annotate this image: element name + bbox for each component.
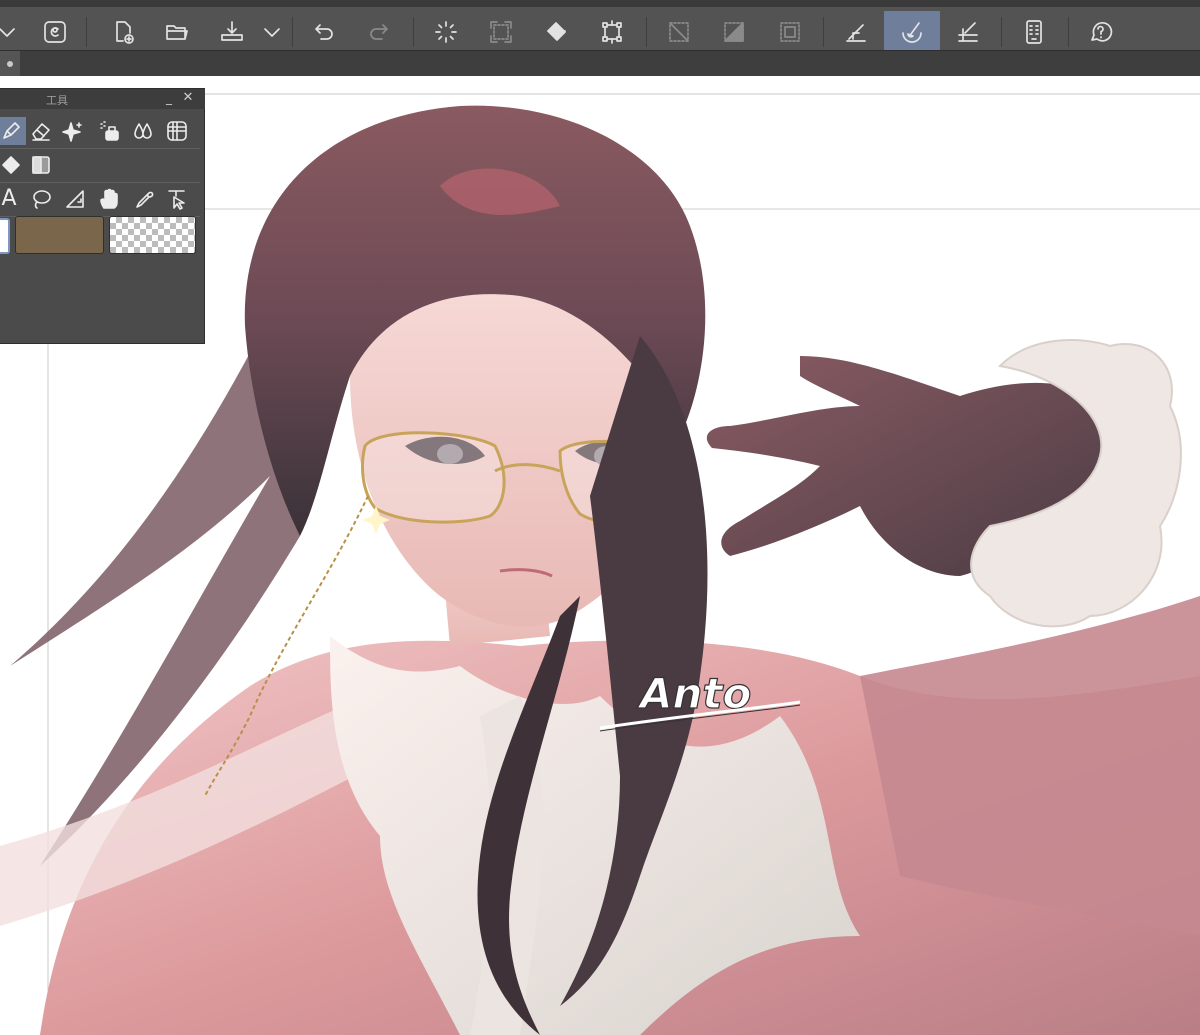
document-tab[interactable]	[0, 51, 20, 76]
help-icon[interactable]	[1078, 14, 1122, 50]
transform-icon[interactable]	[479, 14, 523, 50]
brush-snap-icon[interactable]	[884, 11, 940, 53]
clip-studio-icon[interactable]	[33, 14, 77, 50]
save-icon[interactable]	[210, 14, 254, 50]
clear-selection-icon[interactable]	[657, 14, 701, 50]
chevron-down-icon[interactable]	[0, 14, 24, 50]
toolbar-separator	[646, 17, 647, 47]
transparent-color-swatch[interactable]	[109, 216, 196, 254]
toolbar-separator	[86, 17, 87, 47]
ruler-icon[interactable]	[60, 185, 90, 213]
hand-icon[interactable]	[94, 185, 124, 213]
sub-color-swatch[interactable]	[15, 216, 104, 254]
operation-icon[interactable]	[162, 185, 192, 213]
eyedropper-icon[interactable]	[130, 185, 160, 213]
fill-bucket-icon[interactable]	[0, 151, 26, 179]
toolbar-separator	[1068, 17, 1069, 47]
paint-bucket-icon[interactable]	[535, 14, 579, 50]
toolbar-separator	[413, 17, 414, 47]
bounding-box-icon[interactable]	[590, 14, 634, 50]
airbrush-icon[interactable]	[94, 117, 124, 145]
tool-palette: 工具 _ ✕ A	[0, 88, 205, 344]
palette-title-bar[interactable]: 工具 _ ✕	[0, 89, 205, 109]
chevron-down-icon[interactable]	[252, 14, 292, 50]
palette-divider	[0, 148, 200, 149]
spinner-icon	[424, 14, 468, 50]
lasso-icon[interactable]	[26, 185, 56, 213]
document-tab-strip	[0, 50, 1200, 76]
blend-drops-icon[interactable]	[128, 117, 158, 145]
selection-border-icon[interactable]	[768, 14, 812, 50]
dot-icon	[7, 60, 13, 67]
invert-selection-icon[interactable]	[712, 14, 756, 50]
redo-icon[interactable]	[357, 14, 401, 50]
frame-border-icon[interactable]	[162, 117, 192, 145]
close-button[interactable]: ✕	[181, 90, 195, 106]
snap-grid-icon[interactable]	[946, 14, 990, 50]
pen-icon[interactable]	[0, 117, 26, 145]
decoration-sparkle-icon[interactable]	[58, 117, 88, 145]
toolbar-separator	[292, 17, 293, 47]
app-window: Anto 工具 _ ✕ A	[0, 0, 1200, 1035]
toolbar-separator	[823, 17, 824, 47]
eraser-icon[interactable]	[26, 117, 56, 145]
tablet-icon[interactable]	[1012, 14, 1056, 50]
text-icon[interactable]: A	[0, 185, 24, 213]
palette-divider	[0, 182, 200, 183]
snap-ruler-icon[interactable]	[834, 14, 878, 50]
gradient-icon[interactable]	[26, 151, 56, 179]
minimize-button[interactable]: _	[162, 90, 176, 106]
new-document-icon[interactable]	[101, 14, 145, 50]
top-toolbar	[0, 0, 1200, 53]
palette-title: 工具	[46, 94, 68, 107]
main-color-swatch[interactable]	[0, 218, 10, 254]
toolbar-separator	[1001, 17, 1002, 47]
folder-icon[interactable]	[155, 14, 199, 50]
undo-icon[interactable]	[302, 14, 346, 50]
